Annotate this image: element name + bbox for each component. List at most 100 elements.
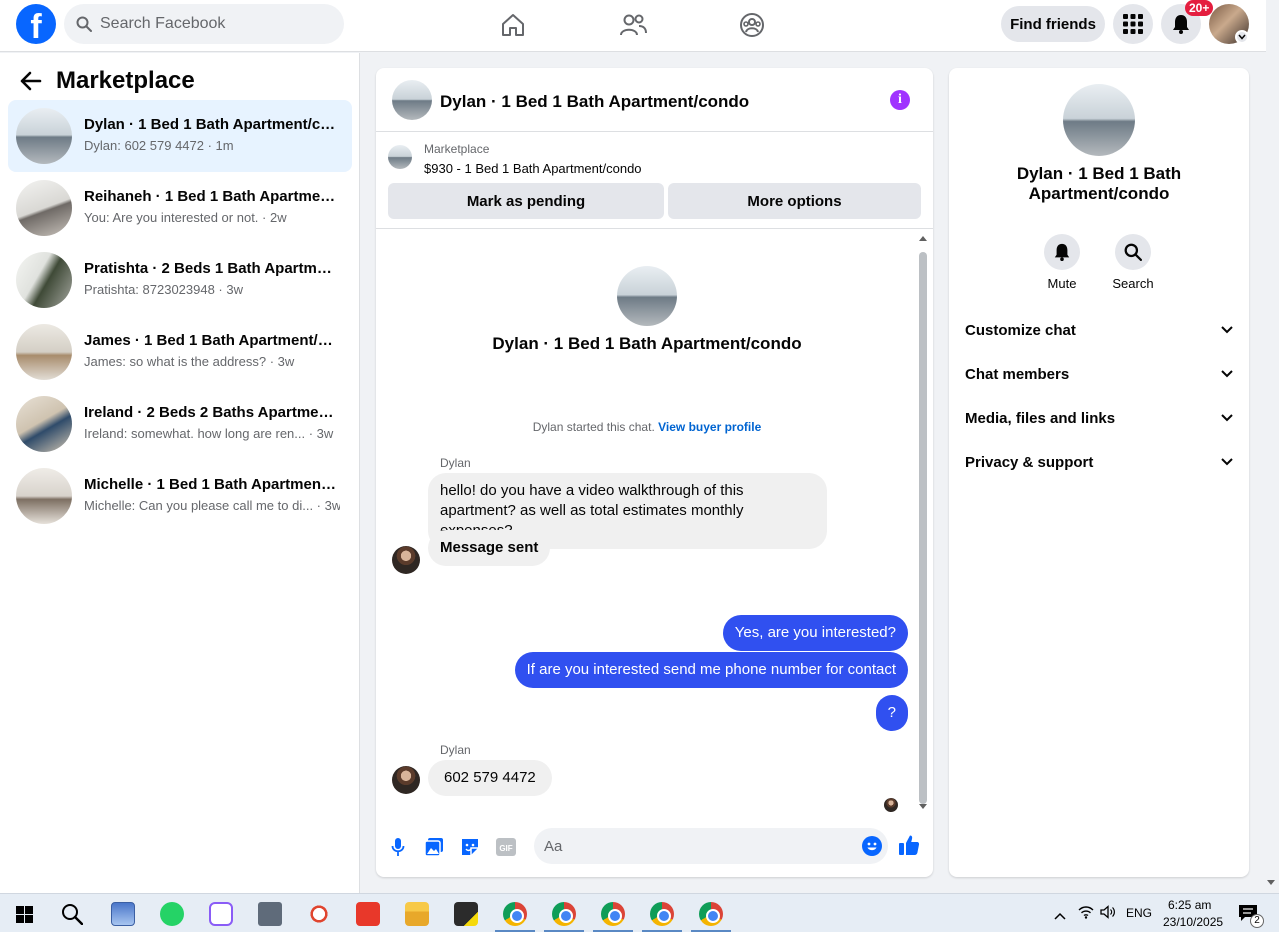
photos-app-icon[interactable]: [111, 902, 135, 926]
mute-action[interactable]: Mute: [1032, 234, 1092, 291]
apps-grid-icon: [1123, 14, 1143, 34]
message-scrollbar[interactable]: [918, 234, 928, 812]
anydesk-icon[interactable]: [356, 902, 380, 926]
taskbar-search-icon[interactable]: [61, 903, 84, 930]
conversation-title: Dylan · 1 Bed 1 Bath Apartment/condo: [84, 116, 340, 133]
back-arrow-icon[interactable]: [20, 71, 42, 91]
chrome-profile-icon[interactable]: [601, 902, 625, 926]
conversation-title: Ireland · 2 Beds 2 Baths Apartment/condo: [84, 404, 340, 421]
sticker-icon[interactable]: [459, 836, 481, 858]
incoming-message-sent-notice[interactable]: Message sent: [428, 530, 551, 566]
conversation-details-panel: Dylan · 1 Bed 1 Bath Apartment/condo Mut…: [949, 68, 1249, 877]
outgoing-message[interactable]: Yes, are you interested?: [722, 615, 908, 651]
conversation-item-james[interactable]: James · 1 Bed 1 Bath Apartment/condo Jam…: [8, 316, 352, 388]
find-friends-button[interactable]: Find friends: [1001, 6, 1105, 42]
message-input-box[interactable]: [534, 828, 888, 864]
mute-label: Mute: [1047, 276, 1077, 291]
chrome-profile-icon[interactable]: [699, 902, 723, 926]
windows-taskbar: ENG 6:25 am 23/10/2025: [0, 893, 1279, 932]
search-icon: [76, 16, 92, 32]
groups-icon[interactable]: [737, 10, 767, 40]
listing-banner: Marketplace $930 - 1 Bed 1 Bath Apartmen…: [376, 133, 933, 229]
outgoing-message[interactable]: If are you interested send me phone numb…: [514, 652, 908, 688]
info-icon[interactable]: i: [890, 90, 910, 110]
listing-thumbnail: [16, 108, 72, 164]
chrome-profile-icon[interactable]: [650, 902, 674, 926]
intro-title: Dylan · 1 Bed 1 Bath Apartment/condo: [492, 334, 802, 353]
listing-thumbnail: [16, 180, 72, 236]
gif-icon[interactable]: GIF: [495, 836, 517, 858]
conversation-item-reihaneh[interactable]: Reihaneh · 1 Bed 1 Bath Apartment/condo …: [8, 172, 352, 244]
customize-chat-section[interactable]: Customize chat: [957, 308, 1241, 352]
search-action[interactable]: Search: [1103, 234, 1163, 291]
sticky-notes-icon[interactable]: [454, 902, 478, 926]
conversation-preview: Pratishta: 8723023948 · 3w: [84, 282, 243, 297]
snipping-tool-icon[interactable]: [307, 902, 331, 926]
menu-button[interactable]: [1113, 4, 1153, 44]
volume-icon[interactable]: [1100, 905, 1116, 924]
clock-time[interactable]: 6:25 am: [1168, 898, 1211, 912]
conversation-item-michelle[interactable]: Michelle · 1 Bed 1 Bath Apartment/condo …: [8, 460, 352, 532]
conversation-title: James · 1 Bed 1 Bath Apartment/condo: [84, 332, 340, 349]
outgoing-message[interactable]: ?: [875, 695, 908, 731]
chat-title[interactable]: Dylan · 1 Bed 1 Bath Apartment/condo: [440, 92, 749, 112]
marketplace-header: Marketplace: [20, 67, 195, 95]
calculator-icon[interactable]: [258, 902, 282, 926]
section-label: Chat members: [965, 365, 1070, 383]
sender-name: Dylan: [440, 743, 471, 757]
scroll-up-arrow-icon[interactable]: [919, 236, 927, 241]
conversation-preview: Michelle: Can you please call me to di..…: [84, 498, 340, 513]
wifi-icon[interactable]: [1078, 905, 1094, 924]
intro-avatar: [617, 266, 677, 326]
sender-name: Dylan: [440, 456, 471, 470]
input-language-indicator[interactable]: ENG: [1126, 906, 1152, 920]
facebook-logo[interactable]: f: [16, 4, 56, 44]
chat-avatar[interactable]: [392, 80, 432, 120]
search-input[interactable]: [100, 15, 320, 33]
conversation-item-pratishta[interactable]: Pratishta · 2 Beds 1 Bath Apartment/cond…: [8, 244, 352, 316]
message-thread[interactable]: Dylan · 1 Bed 1 Bath Apartment/condo Dyl…: [376, 230, 933, 816]
search-facebook-box[interactable]: [64, 4, 344, 44]
whatsapp-icon[interactable]: [160, 902, 184, 926]
view-buyer-profile-link[interactable]: View buyer profile: [658, 420, 761, 434]
mark-as-pending-button[interactable]: Mark as pending: [388, 183, 664, 219]
notification-count-badge: 20+: [1185, 0, 1214, 16]
conversation-item-ireland[interactable]: Ireland · 2 Beds 2 Baths Apartment/condo…: [8, 388, 352, 460]
details-avatar[interactable]: [1063, 84, 1135, 156]
bell-icon: [1054, 243, 1070, 261]
app-icon[interactable]: [209, 902, 233, 926]
more-options-button[interactable]: More options: [668, 183, 921, 219]
chrome-profile-icon[interactable]: [552, 902, 576, 926]
emoji-icon[interactable]: [862, 836, 882, 856]
photo-attach-icon[interactable]: [423, 836, 445, 858]
scroll-down-arrow-icon[interactable]: [919, 804, 927, 809]
media-files-links-section[interactable]: Media, files and links: [957, 396, 1241, 440]
windows-start-icon[interactable]: [16, 906, 33, 928]
thumbs-up-icon[interactable]: [898, 834, 920, 856]
account-chevron-down-icon[interactable]: [1235, 30, 1249, 44]
home-icon[interactable]: [498, 10, 528, 40]
conversation-item-dylan[interactable]: Dylan · 1 Bed 1 Bath Apartment/condo Dyl…: [8, 100, 352, 172]
section-label: Customize chat: [965, 321, 1076, 339]
scroll-thumb[interactable]: [919, 252, 927, 804]
friends-icon[interactable]: [618, 10, 648, 40]
file-explorer-icon[interactable]: [405, 902, 429, 926]
conversation-title: Michelle · 1 Bed 1 Bath Apartment/condo: [84, 476, 340, 493]
chrome-profile-icon[interactable]: [503, 902, 527, 926]
listing-thumbnail[interactable]: [388, 145, 412, 169]
chat-panel: Dylan · 1 Bed 1 Bath Apartment/condo i M…: [376, 68, 933, 877]
chat-members-section[interactable]: Chat members: [957, 352, 1241, 396]
page-scroll-down-arrow-icon[interactable]: [1267, 880, 1275, 885]
sender-avatar[interactable]: [392, 546, 420, 574]
message-input[interactable]: [544, 828, 844, 864]
conversation-preview: You: Are you interested or not. · 2w: [84, 210, 287, 225]
show-hidden-icons-chevron-up-icon[interactable]: [1054, 907, 1066, 925]
listing-price-title[interactable]: $930 - 1 Bed 1 Bath Apartment/condo: [424, 161, 642, 176]
microphone-icon[interactable]: [387, 836, 409, 858]
sender-avatar[interactable]: [392, 766, 420, 794]
incoming-message[interactable]: 602 579 4472: [428, 760, 552, 796]
clock-date[interactable]: 23/10/2025: [1163, 915, 1223, 929]
privacy-support-section[interactable]: Privacy & support: [957, 440, 1241, 484]
chevron-down-icon: [1221, 326, 1233, 334]
action-center-badge: 2: [1250, 914, 1264, 928]
